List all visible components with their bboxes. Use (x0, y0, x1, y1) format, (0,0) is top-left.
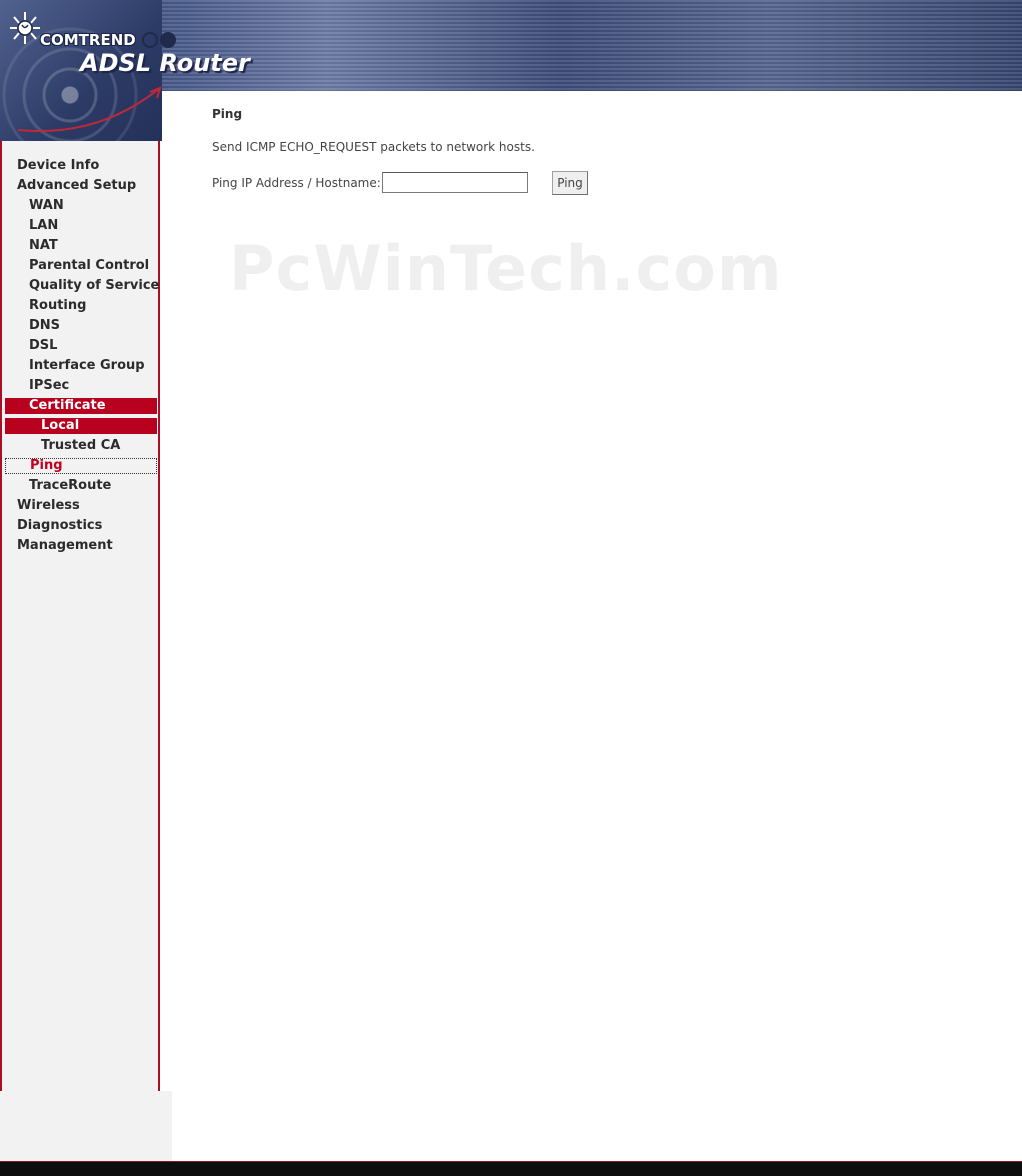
sidebar-item-advanced-setup[interactable]: Advanced Setup (5, 178, 157, 194)
sidebar-item-trusted-ca[interactable]: Trusted CA (5, 438, 157, 454)
sidebar-item-certificate[interactable]: Certificate (5, 398, 157, 414)
ping-address-label: Ping IP Address / Hostname: (212, 176, 381, 190)
sidebar-item-traceroute[interactable]: TraceRoute (5, 478, 157, 494)
brand-name: COMTREND (40, 31, 136, 49)
sidebar-item-diagnostics[interactable]: Diagnostics (5, 518, 157, 534)
sidebar-item-quality-of-service[interactable]: Quality of Service (5, 278, 159, 294)
sidebar: Device Info Advanced Setup WAN LAN NAT Parent… (0, 141, 160, 1091)
sidebar-item-parental-control[interactable]: Parental Control (5, 258, 157, 274)
sidebar-item-wan[interactable]: WAN (5, 198, 157, 214)
sidebar-item-dsl[interactable]: DSL (5, 338, 157, 354)
sidebar-item-management[interactable]: Management (5, 538, 157, 554)
ping-button[interactable]: Ping (552, 171, 588, 195)
ping-address-input[interactable] (382, 172, 528, 193)
sidebar-item-lan[interactable]: LAN (5, 218, 157, 234)
sidebar-item-ipsec[interactable]: IPSec (5, 378, 157, 394)
sidebar-item-wireless[interactable]: Wireless (5, 498, 157, 514)
sidebar-bottom-panel (0, 1091, 172, 1161)
watermark: PcWinTech.com (229, 232, 783, 305)
comtrend-logo-icon (10, 12, 40, 44)
bottom-bar (0, 1161, 1022, 1176)
header-banner: COMTREND ADSL Router (0, 0, 1022, 141)
sidebar-menu: Device Info Advanced Setup WAN LAN NAT Parent… (2, 158, 159, 558)
swoosh-graphic (17, 86, 162, 133)
sidebar-item-interface-group[interactable]: Interface Group (5, 358, 157, 374)
sidebar-item-routing[interactable]: Routing (5, 298, 157, 314)
page-title: Ping (212, 107, 243, 121)
sidebar-item-device-info[interactable]: Device Info (5, 158, 157, 174)
page-description: Send ICMP ECHO_REQUEST packets to networ… (212, 140, 535, 154)
sidebar-item-local[interactable]: Local (5, 418, 157, 434)
sidebar-item-nat[interactable]: NAT (5, 238, 157, 254)
sidebar-item-ping[interactable]: Ping (5, 458, 157, 474)
content-corner (162, 91, 1022, 141)
product-name: ADSL Router (80, 49, 250, 77)
sidebar-item-dns[interactable]: DNS (5, 318, 157, 334)
